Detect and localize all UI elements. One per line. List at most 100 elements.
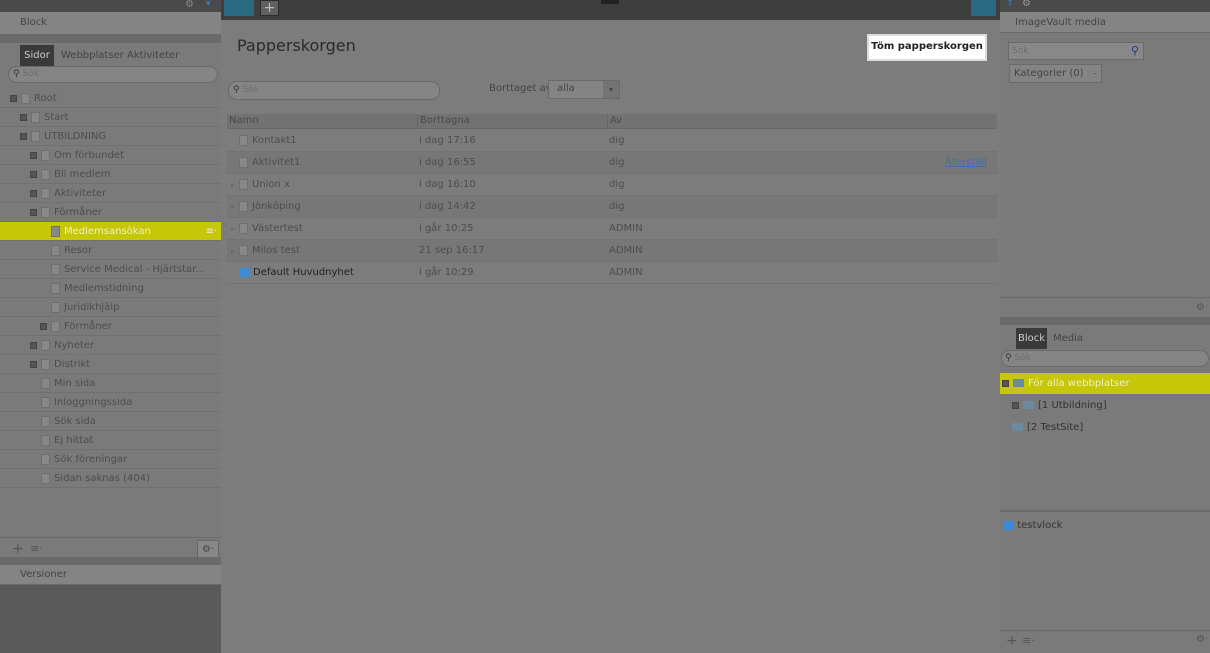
- versions-header[interactable]: Versioner: [0, 565, 221, 585]
- tree-item[interactable]: Medlemsansökan ≡·: [0, 222, 221, 241]
- expand-toggle-icon[interactable]: [30, 208, 37, 216]
- expand-toggle-icon[interactable]: [20, 113, 27, 121]
- column-deleted[interactable]: Borttagna: [417, 114, 470, 128]
- tab-webbplatser[interactable]: Webbplatser: [61, 45, 124, 66]
- expand-toggle-icon[interactable]: [30, 341, 37, 349]
- deleted-by-cell: ADMIN: [609, 267, 643, 278]
- expand-arrow-icon[interactable]: ▸: [231, 218, 239, 240]
- tree-item-label: Start: [44, 112, 69, 123]
- page-icon: [41, 453, 50, 465]
- gear-icon[interactable]: ⚙: [185, 0, 194, 10]
- pin-icon[interactable]: ↑: [1006, 0, 1014, 9]
- expand-toggle-icon[interactable]: [20, 132, 27, 140]
- expand-toggle-icon[interactable]: [30, 360, 37, 368]
- tree-item[interactable]: Service Medical - Hjärtstar...: [0, 260, 221, 279]
- search-input[interactable]: ⚲ Sök: [228, 81, 440, 100]
- table-row[interactable]: Kontakt1 i dag 17:16 dig: [227, 130, 997, 152]
- block-search-input[interactable]: ⚲ Sök: [1001, 350, 1209, 367]
- table-row[interactable]: ▸ Milos test 21 sep 16:17 ADMIN: [227, 240, 997, 262]
- tree-item[interactable]: Resor: [0, 241, 221, 260]
- tree-item[interactable]: Start: [0, 108, 221, 127]
- tab-sidor[interactable]: Sidor: [20, 45, 54, 66]
- expand-toggle-icon[interactable]: [10, 94, 17, 102]
- tree-item[interactable]: Förmåner: [0, 317, 221, 336]
- footer-divider: [0, 557, 221, 565]
- folder-item[interactable]: [2 TestSite]: [1000, 417, 1210, 438]
- tree-item[interactable]: Aktiviteter: [0, 184, 221, 203]
- gear-icon[interactable]: ⚙: [1022, 0, 1031, 9]
- deleted-by-cell: dig: [609, 201, 625, 212]
- tree-item[interactable]: Nyheter: [0, 336, 221, 355]
- table-row[interactable]: ▸ Jönköping i dag 14:42 dig: [227, 196, 997, 218]
- panel-toggle-button[interactable]: [224, 0, 254, 16]
- table-row[interactable]: ▸ Västertest i går 10:25 ADMIN: [227, 218, 997, 240]
- tree-item[interactable]: Root: [0, 89, 221, 108]
- page-icon: [41, 187, 50, 199]
- table-row[interactable]: ▸ Union x i dag 16:10 dig: [227, 174, 997, 196]
- expand-toggle-icon[interactable]: [30, 189, 37, 197]
- expand-arrow-icon[interactable]: ▸: [231, 174, 239, 196]
- deleted-cell: i dag 16:55: [419, 157, 476, 168]
- tree-item-label: Förmåner: [54, 207, 102, 218]
- folder-item[interactable]: [1 Utbildning]: [1000, 395, 1210, 416]
- deleted-by-label: Borttaget av: [489, 83, 552, 94]
- categories-dropdown[interactable]: Kategorier (0) –: [1009, 64, 1102, 83]
- menu-icon[interactable]: ≡·: [30, 542, 43, 555]
- versions-label: Versioner: [20, 569, 68, 580]
- expand-arrow-icon[interactable]: ▸: [231, 196, 239, 218]
- media-search-input[interactable]: Sök ⚲: [1008, 42, 1144, 60]
- tree-item[interactable]: Distrikt: [0, 355, 221, 374]
- tree-item[interactable]: Ej hittat: [0, 431, 221, 450]
- tree-item[interactable]: Medlemstidning: [0, 279, 221, 298]
- tab-block[interactable]: Block: [1016, 328, 1047, 349]
- tree-item[interactable]: UTBILDNING: [0, 127, 221, 146]
- block-item-label: testvlock: [1017, 520, 1063, 531]
- tree-item[interactable]: Inloggningssida: [0, 393, 221, 412]
- chevron-down-icon: –: [1093, 69, 1097, 78]
- tree-item[interactable]: Sök föreningar: [0, 450, 221, 469]
- column-name[interactable]: Namn: [229, 114, 259, 128]
- folder-item[interactable]: För alla webbplatser: [1000, 373, 1210, 394]
- menu-icon[interactable]: ≡·: [1022, 634, 1035, 647]
- search-input[interactable]: ⚲ Sök: [8, 66, 218, 83]
- block-panel-header[interactable]: Block: [0, 12, 221, 35]
- expand-toggle-icon[interactable]: [40, 322, 47, 330]
- expand-toggle-icon[interactable]: [1012, 401, 1019, 409]
- expand-toggle-icon[interactable]: [30, 170, 37, 178]
- right-panel-toggle-button[interactable]: [971, 0, 996, 16]
- tree-item[interactable]: Sök sida: [0, 412, 221, 431]
- tree-item[interactable]: Min sida: [0, 374, 221, 393]
- pin-icon[interactable]: ▾: [206, 0, 211, 9]
- tab-aktiviteter[interactable]: Aktiviteter: [127, 45, 179, 66]
- tree-item[interactable]: Juridikhjälp: [0, 298, 221, 317]
- expand-arrow-icon[interactable]: ▸: [231, 240, 239, 262]
- tree-item[interactable]: Förmåner: [0, 203, 221, 222]
- restore-link[interactable]: Återställ: [945, 152, 987, 174]
- add-icon[interactable]: +: [12, 541, 24, 557]
- table-row[interactable]: Aktivitet1 i dag 16:55 dig Återställ: [227, 152, 997, 174]
- deleted-by-select[interactable]: alla ▾: [548, 80, 620, 99]
- list-item[interactable]: testvlock: [1004, 520, 1063, 531]
- expand-toggle-icon[interactable]: [1002, 379, 1009, 387]
- block-icon: [239, 267, 249, 277]
- tab-media[interactable]: Media: [1053, 328, 1083, 349]
- search-icon[interactable]: ⚲: [1131, 43, 1139, 59]
- expand-toggle-icon[interactable]: [30, 151, 37, 159]
- tree-item[interactable]: Sidan saknas (404): [0, 469, 221, 488]
- tree-item-label: Sidan saknas (404): [54, 473, 150, 484]
- tree-item-label: Medlemsansökan: [64, 226, 151, 237]
- column-by[interactable]: Av: [607, 114, 622, 128]
- gear-icon[interactable]: ⚙·: [1196, 634, 1208, 645]
- table-row[interactable]: Default Huvudnyhet i går 10:29 ADMIN: [227, 262, 997, 284]
- deleted-cell: i dag 16:10: [419, 179, 476, 190]
- tree-item[interactable]: Om förbundet: [0, 146, 221, 165]
- tree-item[interactable]: Bli medlem: [0, 165, 221, 184]
- gear-icon[interactable]: ⚙·: [1196, 302, 1208, 313]
- add-icon[interactable]: +: [1006, 633, 1018, 649]
- context-menu-icon[interactable]: ≡·: [205, 222, 217, 240]
- page-icon: [41, 377, 50, 389]
- empty-trash-button[interactable]: Töm papperskorgen: [867, 34, 987, 61]
- page-icon: [41, 206, 50, 218]
- add-button[interactable]: +: [260, 0, 279, 16]
- media-header[interactable]: ImageVault media: [1000, 12, 1210, 33]
